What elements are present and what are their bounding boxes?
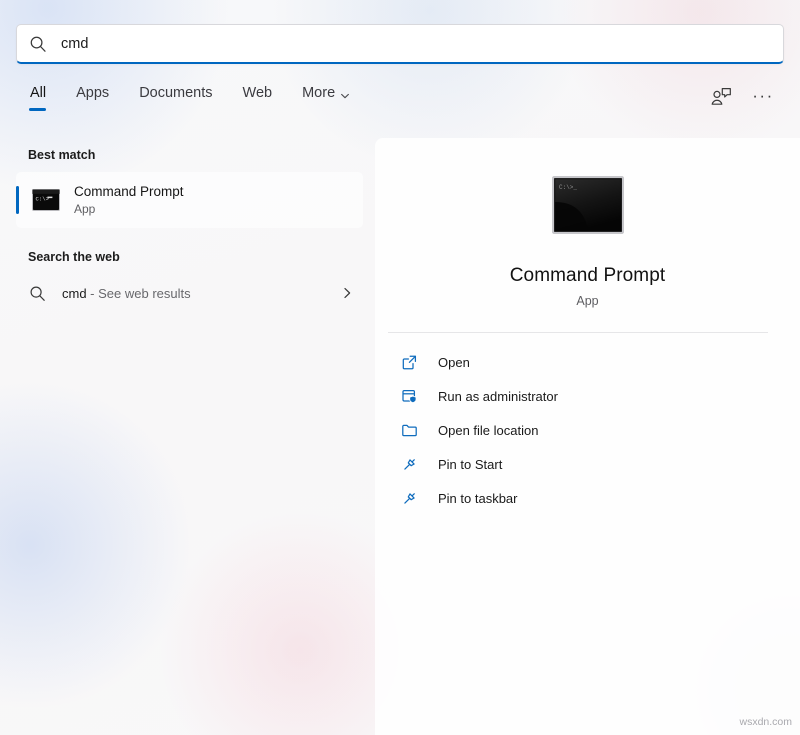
best-match-title: Command Prompt xyxy=(74,184,184,199)
app-preview-panel: C:\>_ Command Prompt App Open Run as adm… xyxy=(375,138,800,735)
best-match-heading: Best match xyxy=(28,148,96,162)
tab-documents-label: Documents xyxy=(139,85,213,101)
active-tab-indicator xyxy=(29,108,46,111)
web-search-result-item[interactable]: cmd - See web results xyxy=(16,274,363,312)
feedback-button[interactable] xyxy=(706,84,736,114)
web-search-suffix: - See web results xyxy=(86,285,191,301)
results-column: Best match C:\> Command Prompt App Searc… xyxy=(0,134,375,735)
search-icon xyxy=(28,284,46,302)
preview-app-subtitle: App xyxy=(576,294,599,308)
ellipsis-icon: ··· xyxy=(752,86,774,105)
shield-window-icon xyxy=(400,387,418,405)
tab-list: All Apps Documents Web More xyxy=(0,84,351,111)
search-filter-tabs: All Apps Documents Web More ··· xyxy=(0,84,800,126)
action-open-file-location[interactable]: Open file location xyxy=(388,413,774,447)
tab-more-label: More xyxy=(302,85,336,101)
tab-more[interactable]: More xyxy=(300,84,351,101)
action-run-as-administrator[interactable]: Run as administrator xyxy=(388,379,774,413)
web-search-query: cmd xyxy=(62,285,87,301)
preview-app-title: Command Prompt xyxy=(509,265,666,286)
tab-apps-label: Apps xyxy=(76,85,110,101)
selection-indicator xyxy=(16,186,19,214)
tab-apps[interactable]: Apps xyxy=(74,84,111,101)
preview-divider xyxy=(388,332,768,333)
header-actions: ··· xyxy=(706,84,800,114)
tab-web[interactable]: Web xyxy=(241,84,275,101)
pin-icon xyxy=(400,455,418,473)
web-search-label: cmd - See web results xyxy=(62,286,191,301)
best-match-subtitle: App xyxy=(74,202,96,216)
tab-all[interactable]: All xyxy=(28,84,48,111)
open-external-icon xyxy=(400,353,418,371)
svg-text:C:\>_: C:\>_ xyxy=(559,184,577,191)
action-pin-to-taskbar-label: Pin to taskbar xyxy=(438,490,518,506)
pin-icon xyxy=(400,489,418,507)
feedback-person-icon xyxy=(710,87,732,112)
chevron-down-icon xyxy=(340,89,350,98)
preview-icon-wrapper: C:\>_ xyxy=(375,138,800,239)
folder-icon xyxy=(400,421,418,439)
search-the-web-heading: Search the web xyxy=(28,250,120,264)
search-input[interactable] xyxy=(61,25,771,62)
command-prompt-icon-large: C:\>_ xyxy=(551,175,624,239)
windows-search-flyout: All Apps Documents Web More xyxy=(0,0,800,735)
command-prompt-icon: C:\> xyxy=(32,189,60,211)
action-pin-to-start-label: Pin to Start xyxy=(438,456,503,472)
best-match-result-item[interactable]: C:\> Command Prompt App xyxy=(16,172,363,228)
app-actions-list: Open Run as administrator Open file loca… xyxy=(375,345,800,515)
search-box[interactable] xyxy=(16,24,784,64)
watermark: wsxdn.com xyxy=(739,716,792,728)
action-open[interactable]: Open xyxy=(388,345,774,379)
tab-web-label: Web xyxy=(242,85,273,101)
action-pin-to-taskbar[interactable]: Pin to taskbar xyxy=(388,481,774,515)
search-icon xyxy=(29,35,47,53)
action-pin-to-start[interactable]: Pin to Start xyxy=(388,447,774,481)
action-open-file-location-label: Open file location xyxy=(438,422,539,438)
action-run-as-administrator-label: Run as administrator xyxy=(438,388,558,404)
tab-documents[interactable]: Documents xyxy=(137,84,214,101)
tab-all-label: All xyxy=(30,85,47,101)
chevron-right-icon xyxy=(339,285,355,301)
action-open-label: Open xyxy=(438,354,470,370)
more-options-button[interactable]: ··· xyxy=(748,84,778,114)
best-match-texts: Command Prompt App xyxy=(74,183,184,217)
